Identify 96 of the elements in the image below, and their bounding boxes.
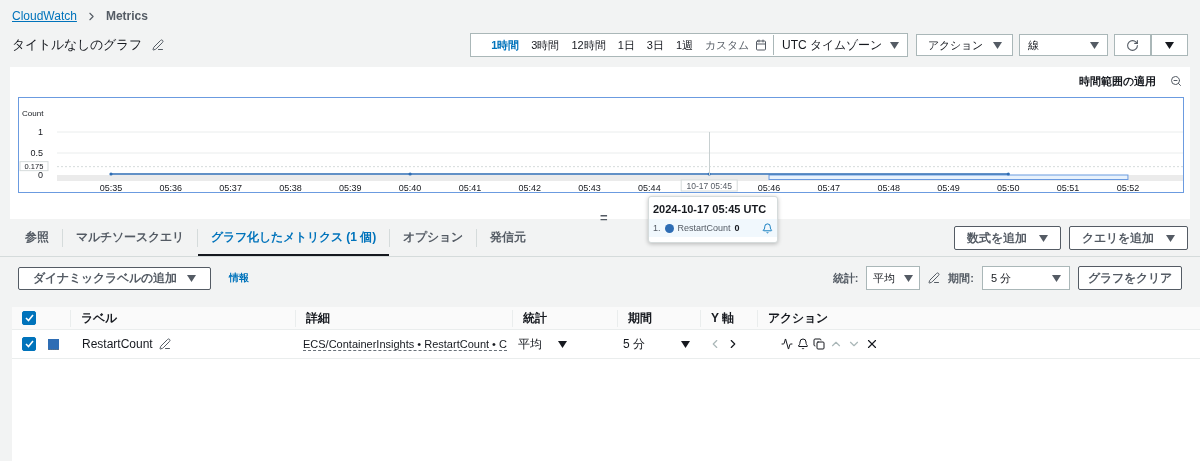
caret-icon (890, 41, 899, 49)
refresh-icon (1126, 38, 1139, 52)
tick-label: 05:36 (159, 183, 183, 192)
period-value[interactable]: 5 分 (623, 335, 645, 353)
tick-label: 05:51 (1056, 183, 1080, 192)
tick-label: 05:42 (518, 183, 541, 192)
row-checkbox[interactable] (22, 337, 36, 351)
tick-label: 05:52 (1116, 183, 1140, 192)
tab[interactable]: グラフ化したメトリクス (1 個) (198, 220, 390, 256)
close-icon[interactable] (865, 337, 879, 351)
caret-icon (1039, 234, 1048, 242)
refresh-button[interactable] (1114, 34, 1151, 56)
add-math-button[interactable]: 数式を追加 (954, 226, 1061, 250)
dynamic-label-button[interactable]: ダイナミックラベルの追加 (18, 266, 211, 290)
series-swatch[interactable] (48, 338, 59, 350)
crosshair-label: 10-17 05:45 (680, 179, 738, 192)
tooltip-time: 2024-10-17 05:45 UTC (652, 202, 768, 217)
refresh-options-button[interactable] (1151, 34, 1188, 56)
tick-label: 05:46 (757, 183, 781, 192)
clear-graph-button[interactable]: グラフをクリア (1078, 266, 1182, 290)
tick-label: 05:47 (817, 183, 841, 192)
stat-label: 統計: (832, 270, 859, 286)
stat-select[interactable]: 平均 (866, 266, 921, 290)
caret-icon (1052, 274, 1061, 282)
bell-icon[interactable] (797, 338, 809, 350)
tick-label: 05:50 (997, 183, 1020, 192)
chart-type-select[interactable]: 線 (1019, 34, 1108, 56)
tick-label: 0.5 (30, 148, 43, 158)
tick-label: 05:35 (99, 183, 123, 192)
details-text: ECS/ContainerInsights • RestartCount • C (303, 337, 507, 351)
column-header: 期間 (617, 309, 700, 327)
breadcrumb-current: Metrics (105, 9, 148, 23)
copy-icon[interactable] (813, 338, 825, 350)
data-point (707, 172, 711, 176)
caret-icon (904, 274, 914, 282)
label-text: RestartCount (82, 337, 153, 351)
tick-label: 1 (38, 127, 43, 137)
data-point (408, 172, 412, 176)
tick-label: 05:38 (279, 183, 302, 192)
column-header: 詳細 (295, 309, 512, 327)
actions-dropdown[interactable]: アクション (916, 34, 1013, 56)
edit-icon[interactable] (158, 338, 171, 350)
info-link[interactable]: 情報 (229, 271, 249, 285)
tick-label: 05:39 (339, 183, 362, 192)
column-header: アクション (757, 309, 1200, 327)
time-range-option[interactable]: 3時間 (525, 37, 566, 53)
tab[interactable]: マルチソースクエリ (63, 220, 197, 256)
tick-label: 05:44 (638, 183, 661, 192)
tick-label: 0 (38, 170, 43, 180)
custom-range-option[interactable]: カスタム (699, 37, 755, 53)
time-range-option[interactable]: 1日 (611, 37, 641, 53)
tick-label: 05:40 (398, 183, 422, 192)
time-range-option[interactable]: 3日 (640, 37, 670, 53)
caret-icon (1165, 41, 1174, 49)
tooltip-value: 0 (734, 223, 740, 233)
tooltip-index: 1. (653, 223, 661, 233)
caret-icon (187, 274, 196, 282)
add-query-button[interactable]: クエリを追加 (1069, 226, 1188, 250)
tab[interactable]: オプション (390, 220, 477, 256)
data-point (109, 172, 113, 176)
caret-icon (992, 41, 1002, 49)
column-header: Y 軸 (700, 309, 757, 327)
tab[interactable]: 参照 (12, 220, 62, 256)
time-range-option[interactable]: 1週 (669, 37, 699, 53)
time-range-option[interactable]: 1時間 (485, 37, 526, 53)
range-brush[interactable] (768, 174, 1129, 180)
period-label: 期間: (948, 270, 974, 286)
column-header: 統計 (512, 309, 617, 327)
tick-label: 05:43 (578, 183, 601, 192)
caret-icon (558, 340, 567, 348)
tab[interactable]: 発信元 (477, 220, 540, 256)
caret-icon (1166, 234, 1175, 242)
caret-icon (681, 340, 690, 348)
tick-label: 05:37 (219, 183, 242, 192)
activity-icon[interactable] (781, 338, 793, 350)
period-select[interactable]: 5 分 (982, 266, 1070, 290)
tooltip-series-name: RestartCount (677, 223, 731, 233)
select-all-checkbox[interactable] (22, 311, 36, 325)
drag-handle[interactable]: = (600, 210, 608, 225)
caret-icon (1090, 41, 1099, 49)
apply-time-range-link[interactable]: 時間範囲の適用 (1079, 73, 1156, 89)
crosshair-line (709, 132, 711, 175)
calendar-icon[interactable] (755, 39, 767, 51)
tick-label: 05:41 (458, 183, 482, 192)
tick-label: 05:48 (877, 183, 900, 192)
edit-icon[interactable] (152, 39, 164, 51)
zoom-out-icon[interactable] (1170, 75, 1182, 87)
column-header: ラベル (70, 309, 295, 327)
tick-label: 05:49 (937, 183, 960, 192)
time-range-option[interactable]: 12時間 (565, 37, 612, 53)
data-point (1006, 172, 1010, 176)
stat-value[interactable]: 平均 (518, 335, 542, 353)
graph-title: タイトルなしのグラフ (12, 36, 142, 54)
breadcrumb-link[interactable]: CloudWatch (12, 9, 77, 23)
axis-label: Count (22, 109, 44, 118)
edit-icon[interactable] (928, 272, 941, 284)
